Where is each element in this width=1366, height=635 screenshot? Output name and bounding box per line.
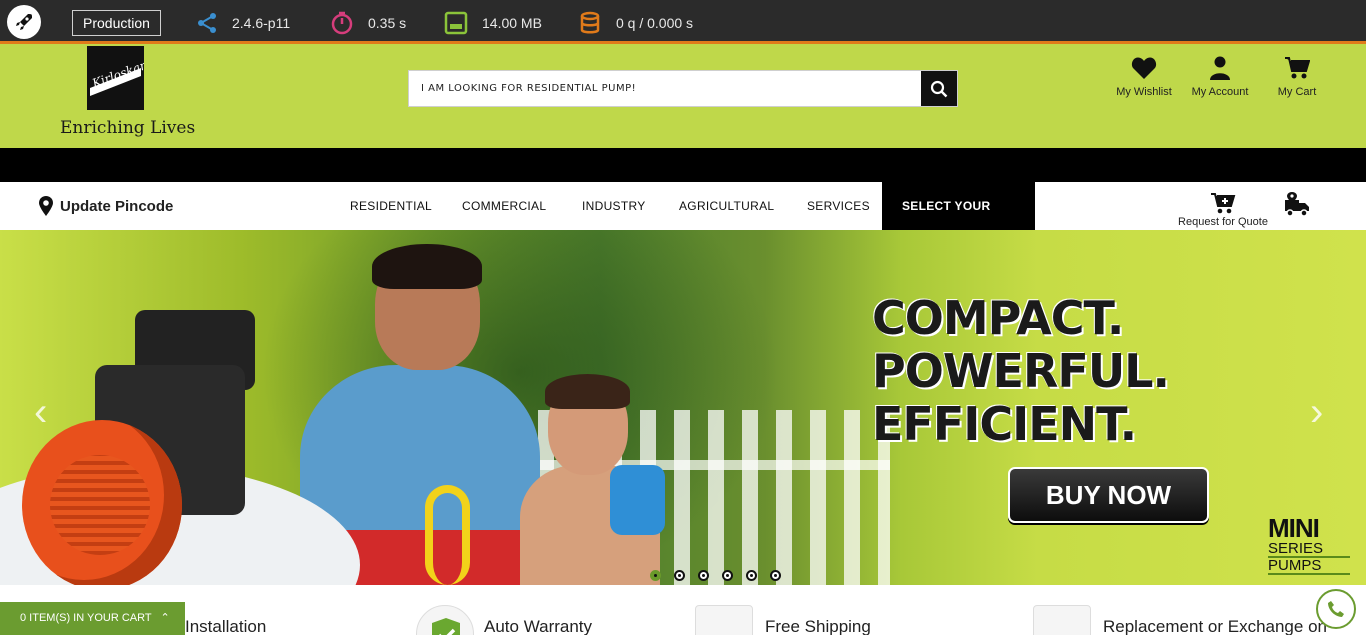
feature-replacement: Replacement or Exchange on xyxy=(1103,617,1327,635)
wishlist-link[interactable]: My Wishlist xyxy=(1112,56,1176,98)
account-label: My Account xyxy=(1191,86,1249,98)
account-link[interactable]: My Account xyxy=(1186,56,1254,98)
banner-man-hair xyxy=(372,244,482,289)
slider-dot-4[interactable] xyxy=(722,570,733,581)
phone-icon xyxy=(1328,601,1344,617)
nav-agricultural[interactable]: AGRICULTURAL xyxy=(679,182,774,230)
version-text: 2.4.6-p11 xyxy=(232,15,291,31)
map-pin-icon xyxy=(39,196,53,216)
cart-icon xyxy=(1285,57,1310,79)
nav-residential[interactable]: RESIDENTIAL xyxy=(350,182,432,230)
slider-dots xyxy=(650,570,794,581)
features-strip: Installation Auto Warranty Free Shipping… xyxy=(0,585,1366,635)
memory-text: 14.00 MB xyxy=(482,15,542,31)
user-icon xyxy=(1210,56,1230,80)
headline-line2: POWERFUL. xyxy=(872,344,1170,398)
banner-boy-hair xyxy=(545,374,630,409)
headline-line3: EFFICIENT. xyxy=(872,397,1137,451)
headline-line1: COMPACT. xyxy=(872,291,1124,345)
search-input[interactable] xyxy=(409,71,922,106)
logo-script: Kirloskar xyxy=(89,58,144,91)
slider-dot-6[interactable] xyxy=(770,570,781,581)
slider-dot-1[interactable] xyxy=(650,570,661,581)
delivery-truck-icon[interactable] xyxy=(1283,191,1311,224)
nav-industry[interactable]: INDUSTRY xyxy=(582,182,646,230)
rfq-label: Request for Quote xyxy=(1178,216,1268,228)
phone-call-button[interactable] xyxy=(1316,589,1356,629)
banner-water-gun xyxy=(610,465,665,535)
replacement-placeholder-icon xyxy=(1033,605,1091,635)
search-icon xyxy=(930,80,948,97)
mini-series-logo: MINI SERIES PUMPS xyxy=(1268,515,1350,575)
mini-series: SERIES xyxy=(1268,541,1350,558)
wishlist-label: My Wishlist xyxy=(1116,86,1172,98)
shipping-placeholder-icon xyxy=(695,605,753,635)
mini-pumps: PUMPS xyxy=(1268,558,1350,575)
share-icon xyxy=(198,13,216,33)
time-text: 0.35 s xyxy=(368,15,407,31)
mini-title: MINI xyxy=(1268,513,1320,543)
slider-next-icon[interactable]: › xyxy=(1310,390,1323,435)
feature-free-shipping: Free Shipping xyxy=(765,617,871,635)
update-pincode-link[interactable]: Update Pincode xyxy=(38,195,173,217)
cart-plus-icon xyxy=(1211,193,1236,214)
queries-stat[interactable]: 0 q / 0.000 s xyxy=(578,10,693,36)
pincode-label: Update Pincode xyxy=(60,197,174,215)
logo-tagline: Enriching Lives xyxy=(60,118,196,138)
main-navigation: Update Pincode RESIDENTIAL COMMERCIAL IN… xyxy=(0,182,1366,261)
version-stat[interactable]: 2.4.6-p11 xyxy=(196,10,290,36)
banner-headline: COMPACT. POWERFUL. EFFICIENT. xyxy=(872,292,1232,451)
mini-cart-label: 0 ITEM(S) IN YOUR CART xyxy=(20,612,152,624)
nav-select-your-pump[interactable]: SELECT YOUR PUMP xyxy=(882,182,1035,261)
slider-dot-3[interactable] xyxy=(698,570,709,581)
heart-icon xyxy=(1131,57,1157,79)
search-bar xyxy=(408,70,958,107)
cart-link[interactable]: My Cart xyxy=(1272,56,1322,98)
pump-grille xyxy=(50,455,150,555)
chevron-up-icon: ⌃ xyxy=(160,612,170,624)
slider-dot-2[interactable] xyxy=(674,570,685,581)
banner-hose xyxy=(425,485,470,585)
time-stat[interactable]: 0.35 s xyxy=(330,10,406,36)
feature-auto-warranty: Auto Warranty xyxy=(484,617,593,635)
database-icon xyxy=(580,11,600,34)
rocket-icon[interactable] xyxy=(7,5,41,39)
nav-commercial[interactable]: COMMERCIAL xyxy=(462,182,546,230)
cart-label: My Cart xyxy=(1277,86,1317,98)
buy-now-button[interactable]: BUY NOW xyxy=(1008,467,1209,523)
memory-stat[interactable]: 14.00 MB xyxy=(444,10,542,36)
warranty-shield-icon xyxy=(416,605,474,635)
feature-installation: Installation xyxy=(185,617,267,635)
search-button[interactable] xyxy=(921,71,957,106)
request-for-quote-link[interactable]: Request for Quote xyxy=(1173,192,1273,228)
mini-cart-bar[interactable]: 0 ITEM(S) IN YOUR CART ⌃ xyxy=(0,602,185,635)
site-header: Kirloskar Enriching Lives My Wishlist My… xyxy=(0,44,1366,148)
slider-dot-5[interactable] xyxy=(746,570,757,581)
queries-text: 0 q / 0.000 s xyxy=(616,15,694,31)
timer-icon xyxy=(331,11,353,35)
nav-services[interactable]: SERVICES xyxy=(807,182,870,230)
promo-strip xyxy=(0,148,1366,182)
kirloskar-logo[interactable]: Kirloskar xyxy=(87,46,144,110)
hero-banner[interactable]: COMPACT. POWERFUL. EFFICIENT. BUY NOW MI… xyxy=(0,230,1366,585)
memory-icon xyxy=(444,11,468,35)
environment-badge[interactable]: Production xyxy=(72,10,161,36)
developer-toolbar: Production 2.4.6-p11 0.35 s 14.00 MB 0 q… xyxy=(0,0,1366,44)
slider-prev-icon[interactable]: ‹ xyxy=(34,390,47,435)
